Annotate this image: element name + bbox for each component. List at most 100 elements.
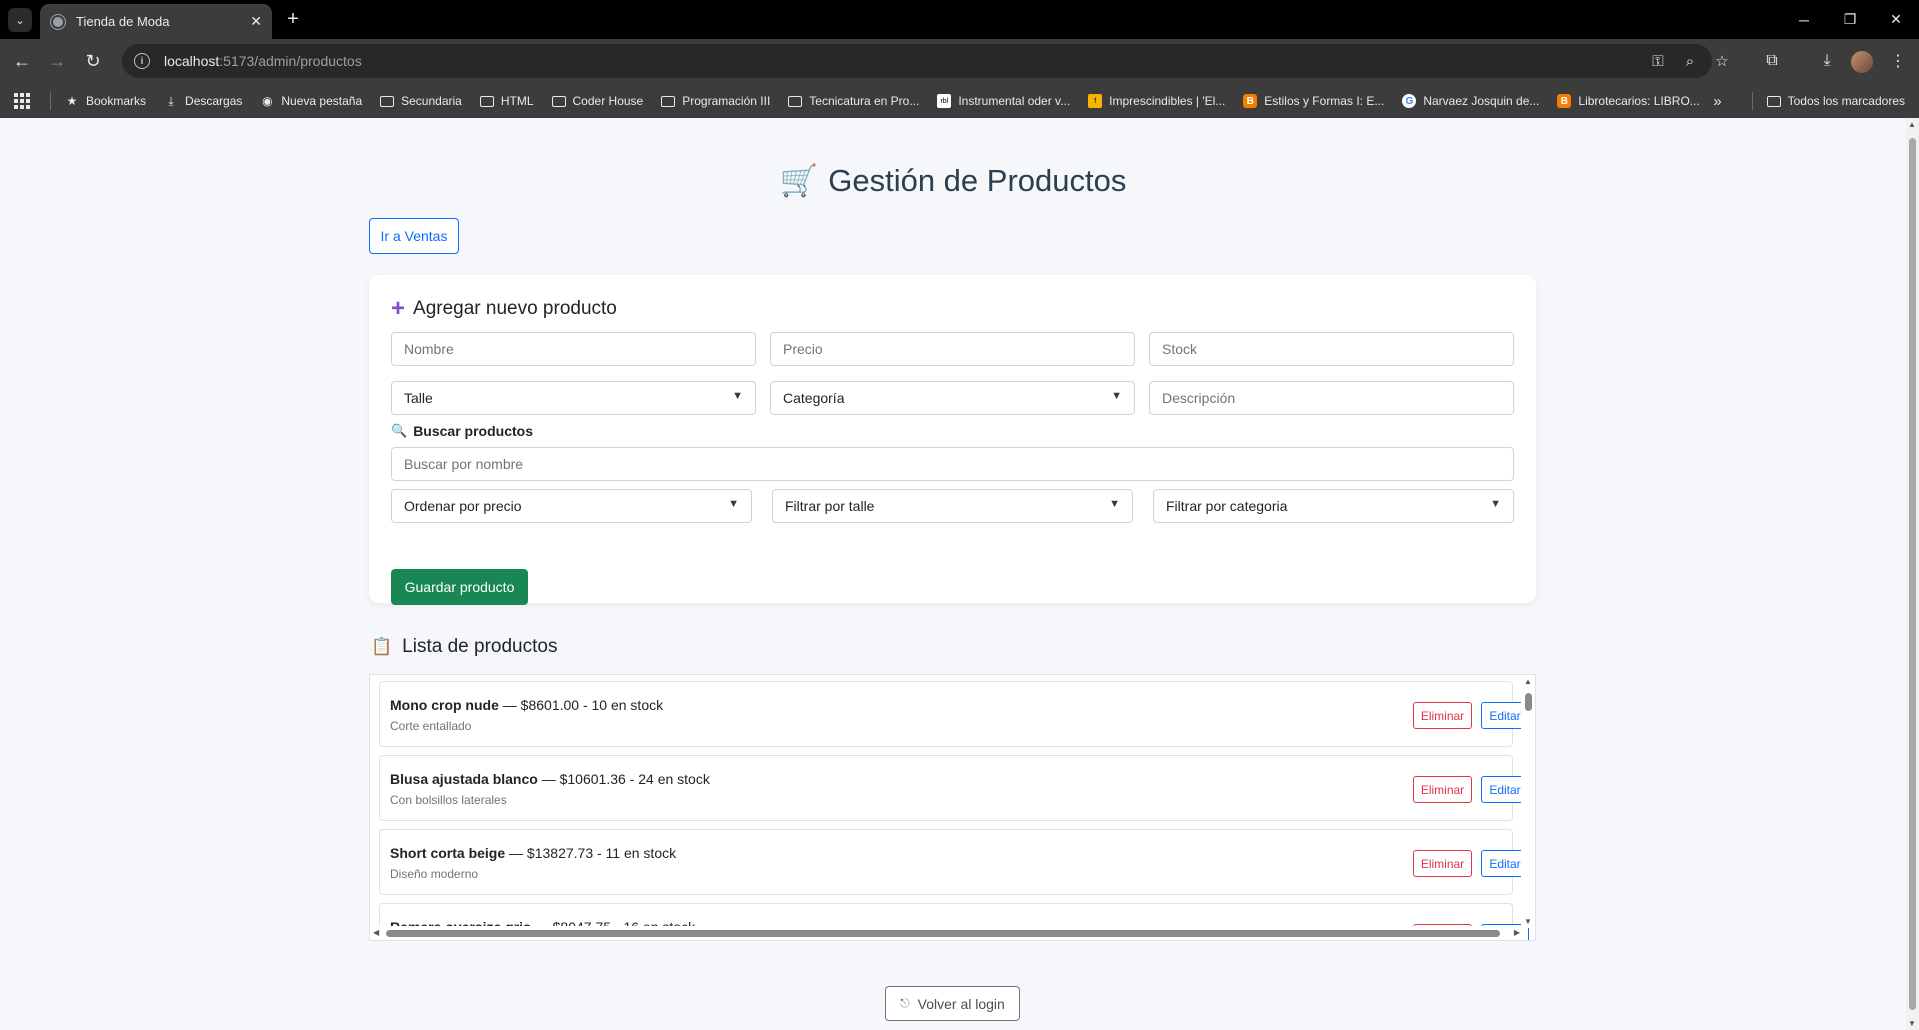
- category-select[interactable]: Categoría ▼: [770, 381, 1135, 415]
- description-input[interactable]: Descripción: [1149, 381, 1514, 415]
- product-summary: Blusa ajustada blanco — $10601.36 - 24 e…: [390, 771, 710, 787]
- product-list-title: 📋 Lista de productos: [371, 636, 557, 658]
- all-bookmarks[interactable]: Todos los marcadores: [1766, 94, 1905, 108]
- bookmark-item[interactable]: B Librotecarios: LIBRO...: [1557, 94, 1700, 108]
- zoom-icon[interactable]: ⌕: [1678, 49, 1702, 73]
- product-details: — $10601.36 - 24 en stock: [537, 771, 710, 787]
- scroll-up-icon[interactable]: ▲: [1908, 120, 1916, 129]
- scroll-down-icon[interactable]: ▼: [1524, 917, 1532, 926]
- bookmarks-overflow-icon[interactable]: »: [1713, 93, 1721, 110]
- product-description: Diseño moderno: [390, 867, 479, 881]
- reload-icon[interactable]: ↻: [79, 47, 107, 75]
- folder-icon: [661, 94, 676, 108]
- scroll-left-icon[interactable]: ◀: [373, 928, 379, 937]
- back-icon[interactable]: ←: [8, 47, 36, 75]
- minimize-icon[interactable]: ─: [1781, 0, 1827, 39]
- list-horizontal-scrollbar[interactable]: ◀ ▶: [370, 926, 1523, 940]
- magnifier-icon: 🔍: [391, 423, 408, 438]
- search-label-text: Buscar productos: [413, 423, 533, 439]
- stock-input[interactable]: Stock: [1149, 332, 1514, 366]
- product-description: Con bolsillos laterales: [390, 793, 507, 807]
- product-details: — $13827.73 - 11 en stock: [505, 845, 677, 861]
- tab-search-chevron-icon[interactable]: ⌄: [8, 8, 32, 32]
- scroll-up-icon[interactable]: ▲: [1524, 677, 1532, 686]
- filter-size-select[interactable]: Filtrar por talle ▼: [772, 489, 1133, 523]
- bookmark-item[interactable]: f Imprescindibles | 'El...: [1088, 94, 1225, 108]
- url-path: :5173/admin/productos: [219, 53, 362, 69]
- download-icon: ⤓: [168, 93, 174, 108]
- chevron-down-icon: ▼: [1490, 498, 1501, 510]
- password-key-icon[interactable]: ⚿: [1646, 49, 1670, 73]
- product-item: Blusa ajustada blanco — $10601.36 - 24 e…: [379, 755, 1529, 821]
- filter-category-select[interactable]: Filtrar por categoria ▼: [1153, 489, 1514, 523]
- save-product-button[interactable]: Guardar producto: [391, 569, 528, 605]
- extensions-icon[interactable]: ⧉: [1758, 47, 1786, 75]
- bookmark-folder[interactable]: Programación III: [661, 94, 770, 108]
- add-product-card: + Agregar nuevo producto Nombre Precio S…: [369, 275, 1536, 605]
- menu-kebab-icon[interactable]: ⋮: [1884, 47, 1912, 75]
- bookmark-item[interactable]: rbl Instrumental oder v...: [937, 94, 1070, 108]
- site-info-icon[interactable]: i: [134, 53, 150, 69]
- page-vertical-scrollbar[interactable]: ▲ ▼: [1906, 118, 1919, 1030]
- list-vertical-scrollbar[interactable]: ▲ ▼: [1521, 675, 1535, 928]
- bookmark-item[interactable]: ◉ Nueva pestaña: [260, 94, 362, 108]
- logout-door-icon: ⎋: [900, 996, 910, 1010]
- bookmark-item[interactable]: ★ Bookmarks: [65, 94, 146, 108]
- back-to-login-label: Volver al login: [917, 995, 1005, 1012]
- scroll-thumb[interactable]: [1525, 693, 1532, 711]
- browser-tab[interactable]: Tienda de Moda ✕: [40, 4, 272, 39]
- product-list[interactable]: Mono crop nude — $8601.00 - 10 en stock …: [369, 674, 1536, 941]
- url-host: localhost: [164, 53, 220, 69]
- window-close-icon[interactable]: ✕: [1873, 0, 1919, 39]
- browser-toolbar: ← → ↻ i localhost:5173/admin/productos ⚿…: [0, 39, 1919, 84]
- sort-by-price-select[interactable]: Ordenar por precio ▼: [391, 489, 752, 523]
- product-name: Blusa ajustada blanco: [390, 771, 538, 787]
- size-select[interactable]: Talle ▼: [391, 381, 756, 415]
- bookmark-folder[interactable]: Coder House: [551, 94, 643, 108]
- page-title: 🛒 Gestión de Productos: [0, 162, 1906, 199]
- profile-avatar[interactable]: [1851, 51, 1873, 73]
- page-content: 🛒 Gestión de Productos Ir a Ventas + Agre…: [0, 118, 1906, 1030]
- tab-title: Tienda de Moda: [76, 14, 170, 29]
- bookmark-star-icon[interactable]: ☆: [1710, 49, 1734, 73]
- bookmark-folder[interactable]: Secundaria: [380, 94, 462, 108]
- delete-button[interactable]: Eliminar: [1413, 776, 1472, 803]
- back-to-login-button[interactable]: ⎋ Volver al login: [885, 986, 1020, 1021]
- product-summary: Mono crop nude — $8601.00 - 10 en stock: [390, 697, 663, 713]
- chevron-down-icon: ▼: [1111, 390, 1122, 402]
- bookmark-folder[interactable]: HTML: [479, 94, 534, 108]
- filter-category-value: Filtrar por categoria: [1166, 498, 1288, 514]
- downloads-icon[interactable]: ⤓: [1813, 47, 1841, 75]
- address-bar[interactable]: i localhost:5173/admin/productos ⚿ ⌕ ☆: [122, 44, 1729, 78]
- bookmark-item[interactable]: ⤓ Descargas: [164, 93, 242, 109]
- scroll-down-icon[interactable]: ▼: [1908, 1019, 1916, 1028]
- name-input[interactable]: Nombre: [391, 332, 756, 366]
- apps-grid-icon[interactable]: [14, 93, 30, 109]
- search-input[interactable]: Buscar por nombre: [391, 447, 1514, 481]
- restore-icon[interactable]: ❐: [1827, 0, 1873, 39]
- product-name: Short corta beige: [390, 845, 506, 861]
- price-input[interactable]: Precio: [770, 332, 1135, 366]
- globe-icon: [50, 13, 66, 30]
- scroll-right-icon[interactable]: ▶: [1514, 928, 1520, 937]
- bookmarks-separator: [1751, 92, 1753, 110]
- bookmark-item[interactable]: B Estilos y Formas I: E...: [1243, 94, 1384, 108]
- new-tab-icon[interactable]: +: [280, 6, 306, 32]
- clipboard-icon: 📋: [371, 637, 393, 656]
- folder-icon: [788, 94, 803, 108]
- delete-button[interactable]: Eliminar: [1413, 702, 1472, 729]
- chevron-down-icon: ▼: [732, 390, 743, 402]
- bookmark-item[interactable]: G Narvaez Josquin de...: [1402, 94, 1539, 108]
- blogger-icon: B: [1243, 94, 1258, 108]
- shopping-cart-icon: 🛒: [779, 163, 819, 198]
- bookmark-folder[interactable]: Tecnicatura en Pro...: [788, 94, 919, 108]
- product-details: — $8601.00 - 10 en stock: [498, 697, 664, 713]
- scroll-thumb[interactable]: [1909, 138, 1916, 1010]
- go-to-sales-button[interactable]: Ir a Ventas: [369, 218, 459, 254]
- delete-button[interactable]: Eliminar: [1413, 850, 1472, 877]
- close-tab-icon[interactable]: ✕: [250, 13, 262, 30]
- forward-icon[interactable]: →: [43, 47, 71, 75]
- plus-icon: +: [391, 295, 406, 322]
- scroll-thumb[interactable]: [386, 930, 1500, 937]
- form-title: + Agregar nuevo producto: [391, 295, 617, 323]
